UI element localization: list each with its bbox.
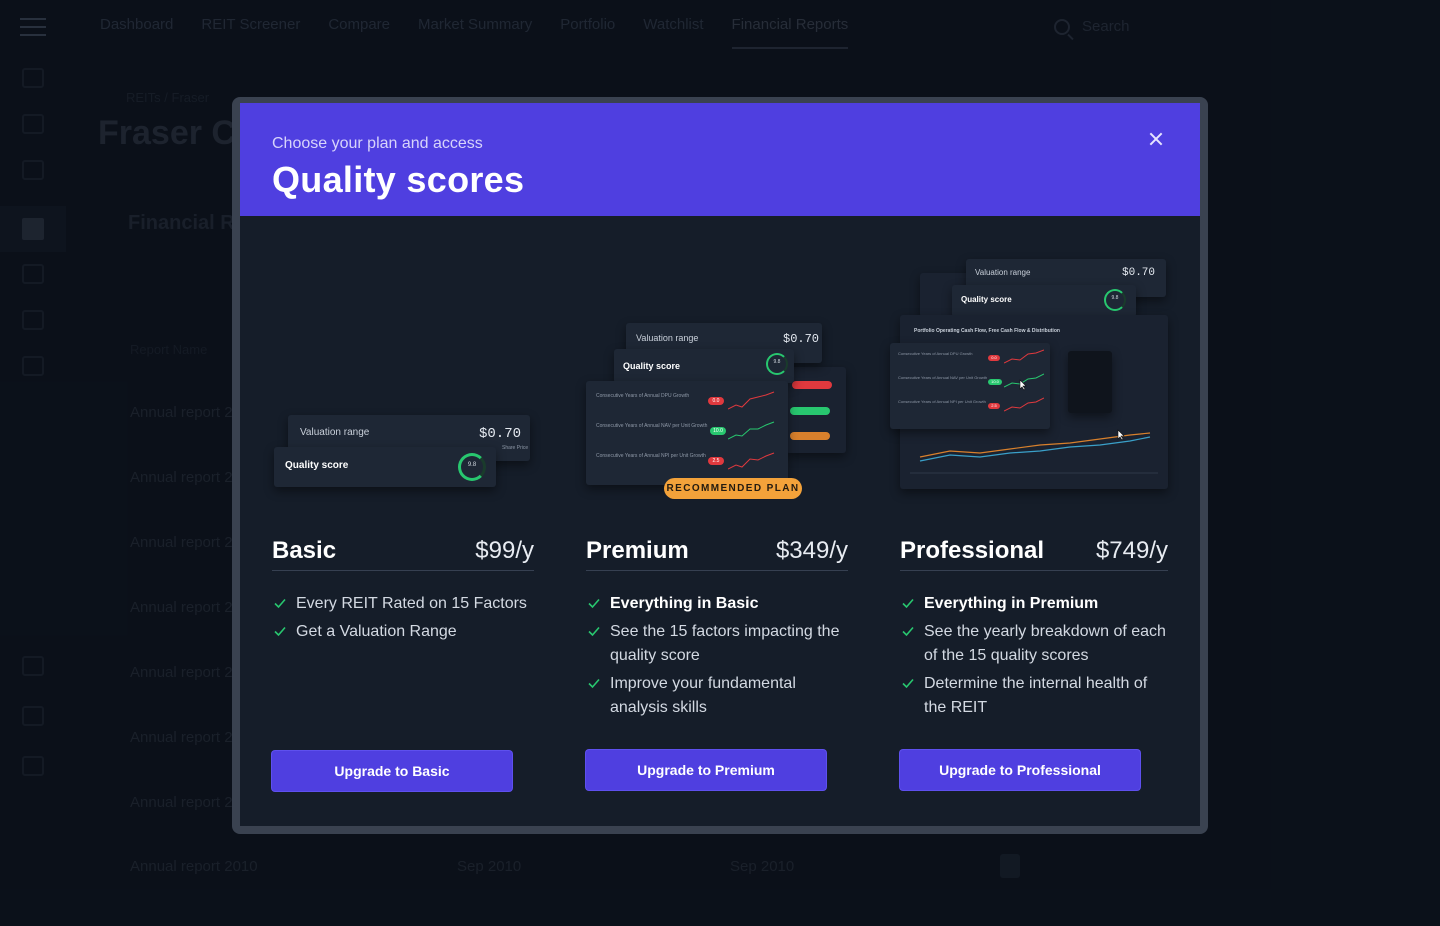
check-icon (274, 626, 286, 637)
valuation-value: $0.70 (783, 332, 820, 346)
plan-name: Basic (272, 537, 337, 564)
upgrade-professional-button[interactable]: Upgrade to Professional (900, 750, 1140, 790)
plan-header: Professional $749/y (900, 535, 1168, 571)
metric-pill: 0.0 (708, 397, 724, 405)
upgrade-modal: Choose your plan and access Quality scor… (240, 103, 1200, 826)
metric-label: Consecutive Years of Annual NAV per Unit… (898, 375, 988, 380)
quality-card: Quality score 9.8 (274, 447, 496, 487)
metric-pill (792, 381, 832, 389)
cursor-icon (1117, 429, 1125, 441)
valuation-label: Valuation range (636, 333, 699, 343)
tooltip-card (1068, 351, 1112, 413)
plan-illustration: Valuation range $0.70 Quality score 9.8 … (586, 243, 848, 503)
score-value: 9.8 (467, 462, 477, 468)
quality-label: Quality score (285, 460, 349, 471)
cursor-icon (1019, 379, 1027, 391)
score-ring: 9.8 (458, 453, 486, 481)
feature-item: Everything in Premium (900, 592, 1170, 616)
plan-illustration: Valuation range $0.70 Share Price Qualit… (272, 243, 534, 503)
metric-pill (790, 407, 830, 415)
upgrade-basic-button[interactable]: Upgrade to Basic (272, 751, 512, 791)
metric-pill: 2.5 (708, 457, 724, 465)
metric-label: Consecutive Years of Annual NPI per Unit… (596, 453, 706, 459)
feature-text: Everything in Premium (924, 595, 1099, 612)
score-value: 9.8 (773, 359, 781, 365)
feature-item: See the 15 factors impacting the quality… (586, 620, 856, 668)
metric-pill: 2.5 (988, 403, 1000, 409)
metrics-card: Consecutive Years of Annual DPU Growth 0… (586, 381, 788, 485)
quality-label: Quality score (623, 361, 681, 371)
feature-text: Improve your fundamental analysis skills (610, 675, 796, 716)
share-price-hint: Share Price (502, 445, 529, 451)
valuation-value: $0.70 (1122, 267, 1156, 279)
metric-label: Consecutive Years of Annual NAV per Unit… (596, 423, 708, 429)
score-value: 9.8 (1111, 295, 1119, 301)
feature-item: Every REIT Rated on 15 Factors (272, 592, 542, 616)
metric-pill: 10.0 (710, 427, 726, 435)
quality-label: Quality score (961, 295, 1012, 304)
feature-list: Every REIT Rated on 15 Factors Get a Val… (272, 592, 542, 648)
check-icon (902, 598, 914, 609)
check-icon (588, 626, 600, 637)
recommended-badge: RECOMMENDED PLAN (664, 478, 802, 499)
plan-price: $749/y (1095, 537, 1168, 564)
quality-card: Quality score 9.8 (952, 285, 1136, 317)
feature-item: Get a Valuation Range (272, 620, 542, 644)
check-icon (588, 598, 600, 609)
feature-item: Improve your fundamental analysis skills (586, 672, 856, 720)
plan-header: Basic $99/y (272, 535, 534, 571)
plan-name: Professional (900, 537, 1045, 564)
check-icon (902, 626, 914, 637)
chart-caption: Portfolio Operating Cash Flow, Free Cash… (914, 328, 1060, 334)
plan-premium: Valuation range $0.70 Quality score 9.8 … (586, 103, 848, 826)
metric-label: Consecutive Years of Annual DPU Growth (898, 351, 973, 356)
feature-item: Determine the internal health of the REI… (900, 672, 1170, 720)
metric-label: Consecutive Years of Annual NPI per Unit… (898, 399, 986, 404)
metric-pill: 0.0 (988, 355, 1000, 361)
feature-item: Everything in Basic (586, 592, 856, 616)
feature-item: See the yearly breakdown of each of the … (900, 620, 1170, 668)
score-ring: 9.8 (766, 353, 788, 375)
feature-list: Everything in Premium See the yearly bre… (900, 592, 1170, 724)
side-card (786, 367, 846, 453)
valuation-label: Valuation range (300, 427, 370, 438)
feature-text: Every REIT Rated on 15 Factors (296, 595, 527, 612)
plan-name: Premium (586, 537, 689, 564)
plan-illustration: Valuation range $0.70 Quality score 9.8 … (890, 243, 1168, 503)
metric-label: Consecutive Years of Annual DPU Growth (596, 393, 690, 399)
plan-price: $99/y (475, 537, 534, 564)
sparklines (728, 391, 775, 470)
valuation-value: $0.70 (479, 426, 522, 442)
feature-text: See the yearly breakdown of each of the … (924, 623, 1166, 664)
check-icon (588, 678, 600, 689)
metric-pill: 10.0 (988, 379, 1002, 385)
feature-text: Everything in Basic (610, 595, 759, 612)
metrics-card: Consecutive Years of Annual DPU Growth 0… (890, 343, 1050, 429)
plan-professional: Valuation range $0.70 Quality score 9.8 … (890, 103, 1170, 826)
feature-text: See the 15 factors impacting the quality… (610, 623, 840, 664)
metric-pill (790, 432, 830, 440)
plan-header: Premium $349/y (586, 535, 848, 571)
check-icon (274, 598, 286, 609)
quality-card: Quality score 9.8 (614, 349, 794, 383)
valuation-label: Valuation range (975, 268, 1031, 277)
feature-text: Get a Valuation Range (296, 623, 457, 640)
feature-text: Determine the internal health of the REI… (924, 675, 1148, 716)
upgrade-premium-button[interactable]: Upgrade to Premium (586, 750, 826, 790)
feature-list: Everything in Basic See the 15 factors i… (586, 592, 856, 724)
plan-price: $349/y (775, 537, 848, 564)
plan-basic: Valuation range $0.70 Share Price Qualit… (272, 103, 534, 826)
score-ring: 9.8 (1104, 289, 1126, 311)
check-icon (902, 678, 914, 689)
